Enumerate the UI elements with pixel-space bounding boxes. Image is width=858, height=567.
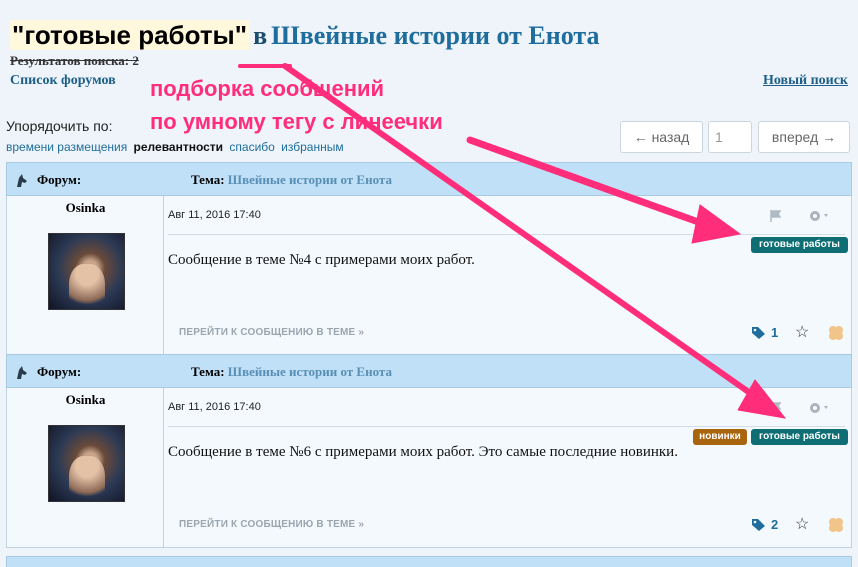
theme-link[interactable]: Швейные истории от Енота [228,172,392,187]
author-column: Osinka [7,388,164,547]
annotation-line-1: подборка сообщений [150,76,385,101]
sort-by-time[interactable]: времени размещения [6,140,127,154]
annotation-line-2: по умному тегу с линеечки [150,109,443,134]
flag-icon[interactable] [769,401,783,415]
author-name[interactable]: Osinka [7,200,164,216]
sort-label: Упорядочить по: [6,118,113,134]
goto-post-link[interactable]: ПЕРЕЙТИ К СООБЩЕНИЮ В ТЕМЕ » [179,327,364,338]
forum-label: Форум: [37,172,82,187]
gear-icon[interactable] [807,208,833,224]
tags-count[interactable]: 1 [751,325,778,340]
avatar[interactable] [48,233,125,310]
clover-icon[interactable] [827,516,845,534]
star-icon[interactable]: ☆ [795,517,809,533]
forum-title-link[interactable]: Швейные истории от Енота [271,21,599,50]
avatar[interactable] [48,425,125,502]
post-divider [168,234,845,235]
post-card: Osinka Авг 11, 2016 17:40 новинки готовы… [6,388,852,548]
search-heading: "готовые работы" в Швейные истории от Ен… [10,20,599,51]
theme-label: Тема: [191,364,225,379]
post-message: Сообщение в теме №6 с примерами моих раб… [168,444,678,460]
forum-icon [17,174,27,187]
star-icon[interactable]: ☆ [795,325,809,341]
theme-row: Тема: Швейные истории от Енота [191,172,392,188]
author-column: Osinka [7,196,164,355]
theme-label: Тема: [191,172,225,187]
tags-count-value: 2 [771,517,779,532]
topic-bar: Форум: Тема: Швейные истории от Енота [6,354,852,388]
gear-icon[interactable] [807,400,833,416]
theme-row: Тема: Швейные истории от Енота [191,364,392,380]
post-date: Авг 11, 2016 17:40 [168,401,261,413]
author-name[interactable]: Osinka [7,392,164,408]
forum-list-link[interactable]: Список форумов [10,73,116,89]
sort-by-favorites[interactable]: избранным [281,140,343,154]
post-divider [168,426,845,427]
post-date: Авг 11, 2016 17:40 [168,209,261,221]
goto-post-link[interactable]: ПЕРЕЙТИ К СООБЩЕНИЮ В ТЕМЕ » [179,519,364,530]
tag-ready-works[interactable]: готовые работы [751,237,848,253]
flag-icon[interactable] [769,209,783,223]
tag-ready-works[interactable]: готовые работы [751,429,848,445]
forum-label: Форум: [37,364,82,379]
sort-by-relevance[interactable]: релевантности [134,140,224,154]
search-tag-highlight: "готовые работы" [10,20,250,50]
pager-next-button[interactable]: вперед → [758,121,850,153]
tag-icon [752,518,765,531]
new-search-link[interactable]: Новый поиск [763,73,848,89]
forum-icon [17,366,27,379]
topic-bar: Форум: Тема: Швейные истории от Енота [6,162,852,196]
topic-bar [6,556,852,567]
clover-icon[interactable] [827,324,845,342]
post-message: Сообщение в теме №4 с примерами моих раб… [168,252,475,268]
pager-page-input[interactable]: 1 [708,121,752,153]
pager-prev-button[interactable]: ← назад [620,121,703,153]
results-count: Результатов поиска: 2 [10,53,139,68]
tags-count[interactable]: 2 [751,517,778,532]
heading-in-word: в [253,21,268,50]
tag-icon [752,326,765,339]
sort-by-thanks[interactable]: спасибо [229,140,274,154]
tags-count-value: 1 [771,325,779,340]
sort-options: времени размещения релевантности спасибо… [6,140,347,154]
tag-new-items[interactable]: новинки [693,429,747,445]
post-card: Osinka Авг 11, 2016 17:40 готовые работы… [6,196,852,356]
theme-link[interactable]: Швейные истории от Енота [228,364,392,379]
